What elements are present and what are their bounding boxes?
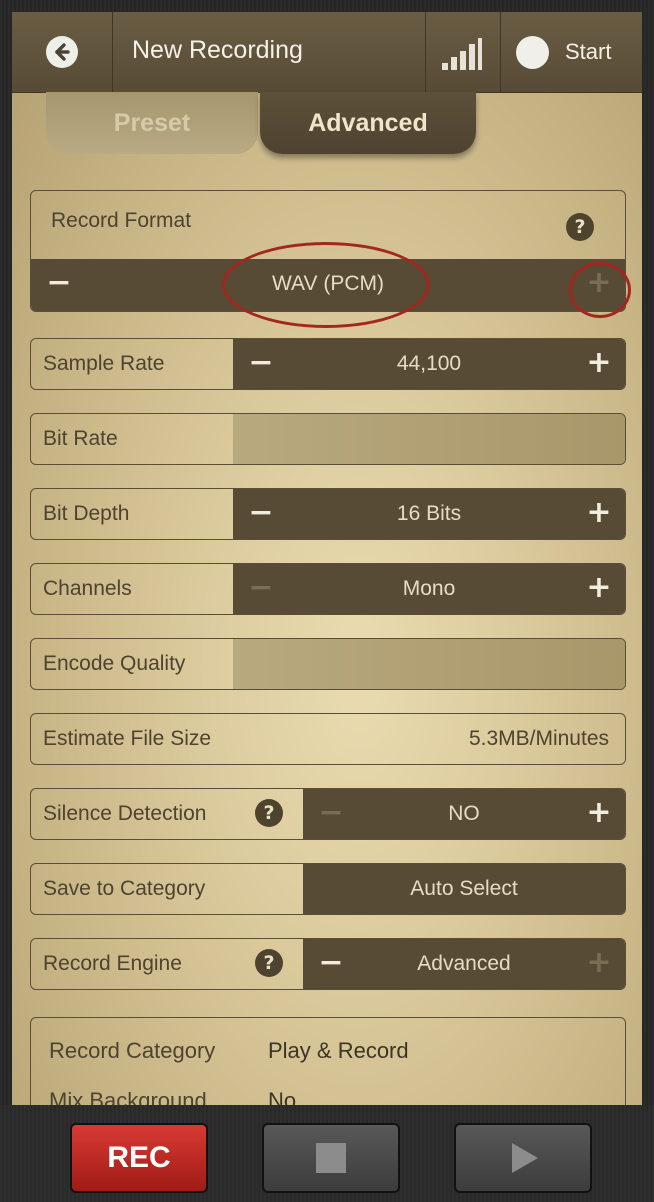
play-icon — [512, 1143, 538, 1173]
channels-value: Mono — [402, 577, 456, 600]
tab-advanced[interactable]: Advanced — [260, 92, 476, 154]
play-button[interactable] — [454, 1123, 592, 1193]
sample-rate-label: Sample Rate — [43, 352, 165, 375]
bit-rate-row: Bit Rate — [30, 413, 626, 465]
header-divider — [112, 12, 113, 92]
header-divider — [500, 12, 501, 92]
stop-icon — [316, 1143, 346, 1173]
channels-row: Channels − Mono + — [30, 563, 626, 615]
bit-depth-plus-button[interactable]: + — [577, 489, 621, 539]
record-format-label: Record Format — [51, 209, 192, 232]
record-engine-row: Record Engine ? − Advanced + — [30, 938, 626, 990]
record-engine-label: Record Engine — [43, 952, 182, 975]
annotation-oval — [222, 242, 430, 328]
silence-detection-label: Silence Detection — [43, 802, 207, 825]
bit-depth-label: Bit Depth — [43, 502, 130, 525]
annotation-circle — [569, 262, 631, 318]
mix-background-label: Mix Background — [49, 1088, 207, 1105]
page-title: New Recording — [132, 36, 303, 64]
rec-button[interactable]: REC — [70, 1123, 208, 1193]
channels-plus-button[interactable]: + — [577, 564, 621, 614]
start-button[interactable]: Start — [565, 39, 611, 65]
transport-toolbar: REC — [0, 1105, 654, 1202]
estimate-file-size-label: Estimate File Size — [43, 727, 212, 750]
encode-quality-row: Encode Quality — [30, 638, 626, 690]
silence-detection-stepper: − NO + — [303, 789, 625, 839]
silence-detection-help-icon[interactable]: ? — [255, 799, 283, 827]
bit-depth-row: Bit Depth − 16 Bits + — [30, 488, 626, 540]
arrow-left-icon — [55, 43, 70, 61]
tab-preset[interactable]: Preset — [46, 92, 258, 154]
sample-rate-row: Sample Rate − 44,100 + — [30, 338, 626, 390]
save-to-category-label: Save to Category — [43, 877, 206, 900]
back-button[interactable] — [46, 36, 78, 68]
bit-depth-value: 16 Bits — [396, 502, 462, 525]
silence-detection-row: Silence Detection ? − NO + — [30, 788, 626, 840]
record-engine-stepper: − Advanced + — [303, 939, 625, 989]
channels-label: Channels — [43, 577, 132, 600]
silence-detection-plus-button[interactable]: + — [577, 789, 621, 839]
record-engine-help-icon[interactable]: ? — [255, 949, 283, 977]
estimate-file-size-value: 5.3MB/Minutes — [468, 727, 609, 750]
header-divider — [425, 12, 426, 92]
encode-quality-label: Encode Quality — [43, 652, 186, 675]
bit-depth-stepper: − 16 Bits + — [233, 489, 625, 539]
record-dot-icon[interactable] — [516, 36, 549, 69]
app-screen: New Recording Start Preset Advanced Reco… — [12, 12, 642, 1105]
channels-stepper: − Mono + — [233, 564, 625, 614]
save-to-category-selector[interactable]: Auto Select — [303, 864, 625, 914]
record-engine-plus-button[interactable]: + — [577, 939, 621, 989]
signal-strength-icon — [442, 36, 482, 70]
bit-rate-label: Bit Rate — [43, 427, 118, 450]
header-bar: New Recording Start — [12, 12, 642, 93]
bit-rate-control — [233, 414, 625, 464]
sample-rate-value: 44,100 — [396, 352, 462, 375]
record-category-value: Play & Record — [268, 1038, 409, 1063]
mix-background-value: No — [268, 1088, 297, 1105]
sample-rate-stepper: − 44,100 + — [233, 339, 625, 389]
sample-rate-plus-button[interactable]: + — [577, 339, 621, 389]
record-category-info: Record Category Play & Record Mix Backgr… — [30, 1017, 626, 1105]
estimate-file-size-row: Estimate File Size 5.3MB/Minutes — [30, 713, 626, 765]
encode-quality-control — [233, 639, 625, 689]
record-format-help-icon[interactable]: ? — [566, 213, 594, 241]
record-category-label: Record Category — [49, 1038, 216, 1063]
save-to-category-row: Save to Category Auto Select — [30, 863, 626, 915]
save-to-category-value: Auto Select — [410, 877, 518, 900]
stop-button[interactable] — [262, 1123, 400, 1193]
